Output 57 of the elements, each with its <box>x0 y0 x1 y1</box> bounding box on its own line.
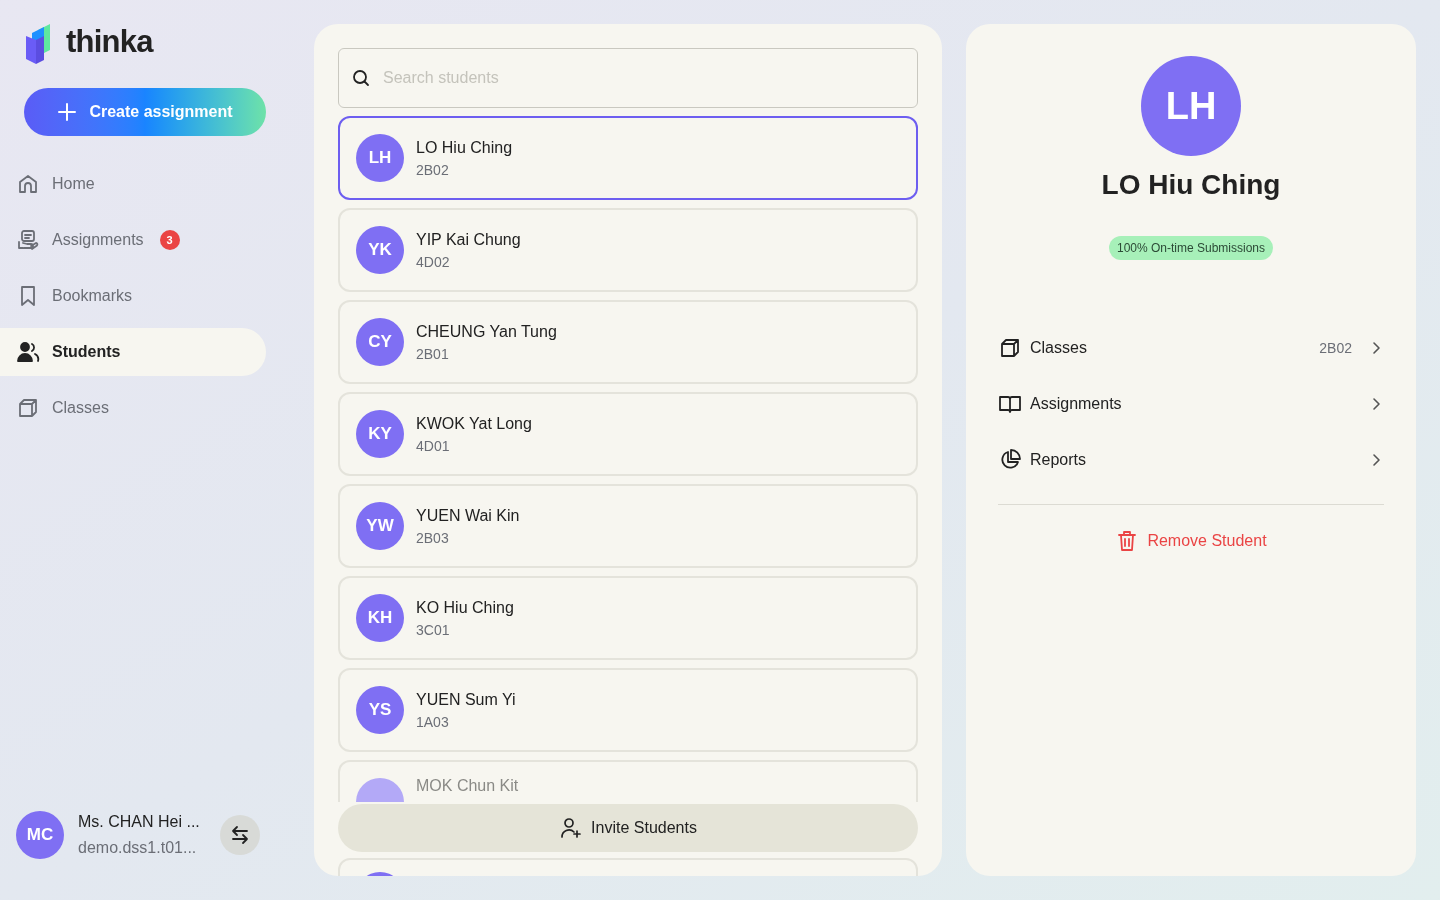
student-avatar: LH <box>1141 56 1241 156</box>
student-class: 2B03 <box>416 528 450 548</box>
user-avatar: MC <box>16 811 64 859</box>
student-name: KO Hiu Ching <box>416 597 514 618</box>
menu-row[interactable]: Classes 2B02 <box>998 320 1384 376</box>
student-name: YIP Kai Chung <box>416 229 521 250</box>
create-assignment-button[interactable]: Create assignment <box>24 88 266 136</box>
nav-item[interactable]: Classes <box>0 384 266 432</box>
menu-label: Assignments <box>1030 394 1122 414</box>
student-card[interactable]: KH KO Hiu Ching 3C01 <box>338 576 918 660</box>
student-name: LO Hiu Ching <box>1101 168 1281 202</box>
student-avatar: KY <box>356 410 404 458</box>
remove-student-button[interactable]: Remove Student <box>1115 529 1267 553</box>
invite-students-button[interactable]: Invite Students <box>338 804 918 852</box>
student-class: 4D02 <box>416 252 451 272</box>
student-avatar: YS <box>356 686 404 734</box>
student-card[interactable]: YK YIP Kai Chung 4D02 <box>338 208 918 292</box>
logo-text: thinka <box>66 22 153 61</box>
nav-item[interactable]: Home <box>0 160 266 208</box>
student-avatar: CY <box>356 318 404 366</box>
student-name: LO Hiu Ching <box>416 137 513 158</box>
student-class: 1A03 <box>416 712 450 732</box>
count-badge: 3 <box>159 230 180 250</box>
nav-item[interactable]: Bookmarks <box>0 272 266 320</box>
student-card[interactable]: KY KWOK Yat Long 4D01 <box>338 392 918 476</box>
nav-item[interactable]: Assignments 3 <box>0 216 266 264</box>
nav-label: Classes <box>52 398 109 418</box>
student-avatar: LH <box>356 134 404 182</box>
student-card[interactable]: LH LO Hiu Ching 2B02 <box>338 116 918 200</box>
nav-item[interactable]: Students <box>0 328 266 376</box>
student-card[interactable]: YW YUEN Wai Kin 2B03 <box>338 484 918 568</box>
student-name: KWOK Yat Long <box>416 413 532 434</box>
menu-row[interactable]: Reports <box>998 432 1384 488</box>
student-class: 2B01 <box>416 344 450 364</box>
user-email: demo.dss1.t01... <box>78 838 198 858</box>
nav-label: Home <box>52 174 95 194</box>
menu-row[interactable]: Assignments <box>998 376 1384 432</box>
student-name: MOK Chun Kit <box>416 776 519 796</box>
student-class: 4D01 <box>416 436 451 456</box>
nav-label: Assignments <box>52 230 144 250</box>
menu-label: Classes <box>1030 338 1087 358</box>
nav-label: Bookmarks <box>52 286 133 306</box>
student-class: 2B02 <box>416 160 450 180</box>
student-avatar: YW <box>356 502 404 550</box>
student-card[interactable]: YS YUEN Sum Yi 1A03 <box>338 668 918 752</box>
student-name: YUEN Sum Yi <box>416 689 516 710</box>
student-name: YUEN Wai Kin <box>416 505 520 526</box>
menu-value: 2B02 <box>1319 338 1352 358</box>
nav-label: Students <box>52 342 121 362</box>
user-name: Ms. CHAN Hei ... <box>78 812 201 832</box>
student-avatar: KH <box>356 594 404 642</box>
submission-badge: 100% On-time Submissions <box>1108 236 1274 260</box>
student-name: CHEUNG Yan Tung <box>416 321 557 342</box>
menu-label: Reports <box>1030 450 1087 470</box>
student-avatar: YK <box>356 226 404 274</box>
student-card[interactable]: CY CHEUNG Yan Tung 2B01 <box>338 300 918 384</box>
student-class: 3C01 <box>416 620 451 640</box>
